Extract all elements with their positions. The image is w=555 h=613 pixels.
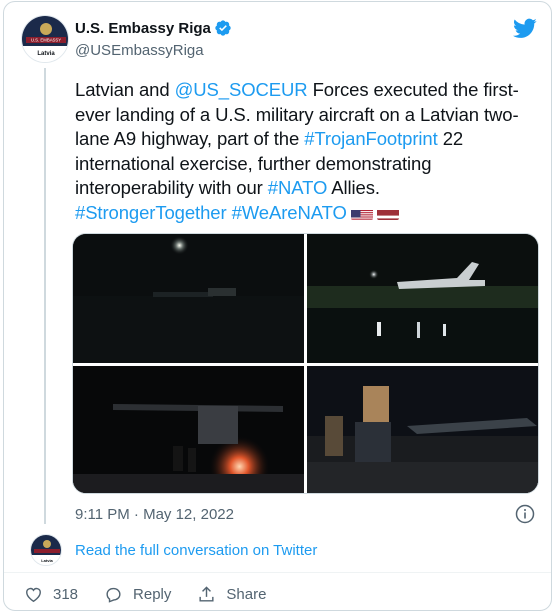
hashtag-link[interactable]: #TrojanFootprint: [304, 128, 438, 149]
read-conversation-link[interactable]: Read the full conversation on Twitter: [75, 542, 317, 559]
display-name[interactable]: U.S. Embassy Riga: [75, 20, 211, 37]
author-name-row[interactable]: U.S. Embassy Riga: [75, 19, 232, 37]
avatar-small[interactable]: Latvia: [30, 534, 62, 566]
avatar-label-bottom: Latvia: [37, 51, 55, 57]
us-flag-icon: [350, 206, 373, 220]
avatar[interactable]: U.S. EMBASSY Latvia: [21, 15, 69, 63]
reply-label: Reply: [133, 586, 172, 603]
info-icon[interactable]: [515, 504, 535, 524]
media-grid[interactable]: [72, 233, 539, 494]
thread-line: [44, 68, 46, 524]
share-icon: [199, 586, 214, 602]
like-button[interactable]: 318: [24, 585, 78, 604]
aircraft-reflection-photo[interactable]: [307, 234, 538, 363]
mention-link[interactable]: @US_SOCEUR: [175, 79, 308, 100]
soldiers-watching-aircraft-photo[interactable]: [307, 366, 538, 493]
aircraft-rear-lights-photo[interactable]: [73, 366, 304, 493]
avatar-label-top: U.S. EMBASSY: [31, 38, 61, 43]
heart-icon: [26, 587, 41, 603]
twitter-bird-icon[interactable]: [513, 16, 537, 40]
like-count: 318: [53, 586, 79, 603]
avatar-small-label: Latvia: [41, 558, 53, 563]
tweet-text-part: Latvian and: [75, 79, 175, 100]
tweet-timestamp[interactable]: 9:11 PM · May 12, 2022: [75, 506, 234, 523]
reply-button[interactable]: Reply: [104, 585, 171, 604]
reply-icon: [106, 587, 121, 603]
tweet-card: U.S. EMBASSY Latvia U.S. Embassy Riga @U…: [3, 1, 552, 611]
handle[interactable]: @USEmbassyRiga: [75, 42, 204, 59]
latvia-flag-icon: [376, 206, 399, 220]
share-label: Share: [226, 586, 267, 603]
tweet-text-part: Allies.: [327, 177, 380, 198]
hashtag-link[interactable]: #StrongerTogether: [75, 202, 227, 223]
hashtag-link[interactable]: #NATO: [268, 177, 328, 198]
verified-badge-icon: [215, 20, 231, 36]
share-button[interactable]: Share: [197, 585, 266, 604]
night-aircraft-landing-photo[interactable]: [73, 234, 304, 363]
action-bar: 318 Reply Share: [24, 585, 292, 604]
tweet-text: Latvian and @US_SOCEUR Forces executed t…: [75, 78, 545, 225]
divider: [4, 572, 551, 573]
hashtag-link[interactable]: #WeAreNATO: [232, 202, 347, 223]
